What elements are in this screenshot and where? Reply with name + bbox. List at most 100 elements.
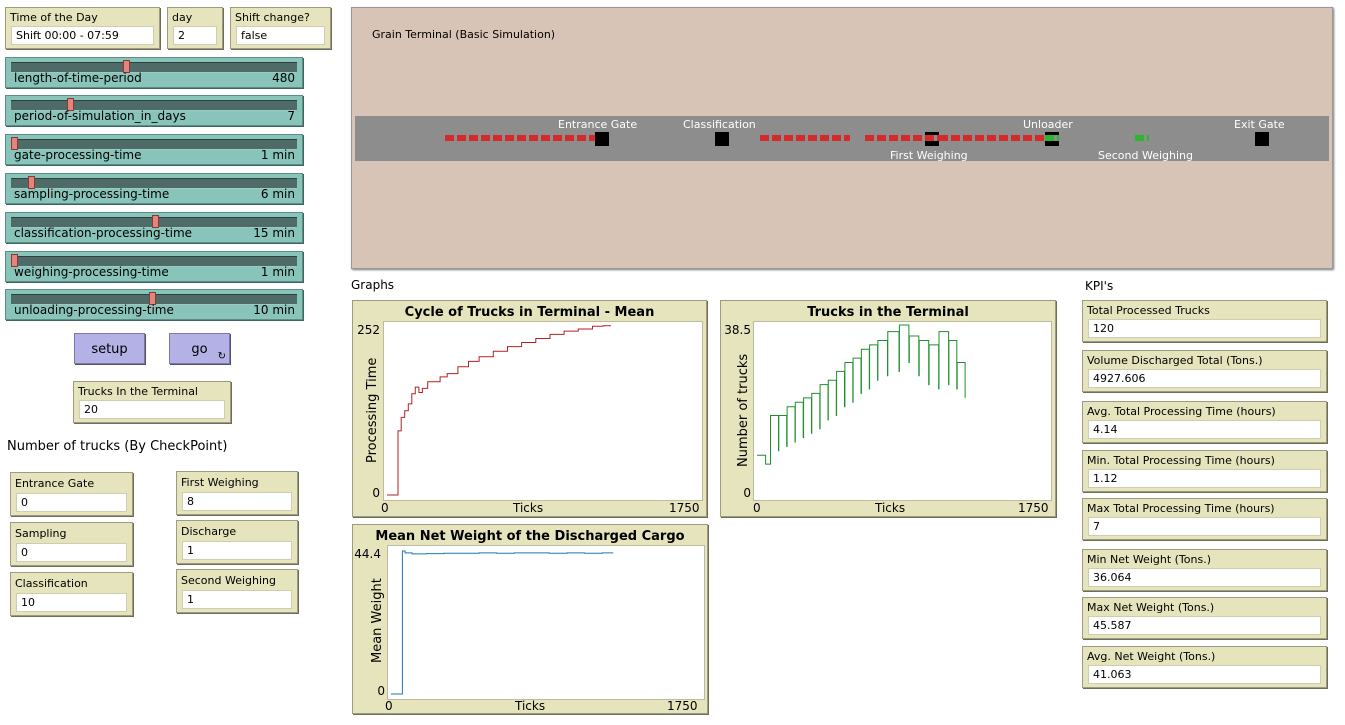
kpi-label: Max Net Weight (Tons.)	[1087, 601, 1215, 614]
kpi-value: 120	[1088, 319, 1321, 338]
y-tick-min: 0	[377, 684, 385, 698]
plot-trucks-in-terminal: Trucks in the Terminal 38.5 0 0 1750 Tic…	[720, 300, 1056, 517]
checkpoint-first-weighing: First Weighing 8	[176, 471, 298, 515]
checkpoint-value: 8	[182, 492, 292, 511]
day-label: day	[172, 11, 193, 24]
x-axis-label: Ticks	[513, 501, 544, 515]
x-axis-label: Ticks	[515, 699, 546, 713]
slider-value: 1 min	[260, 148, 295, 162]
go-button-label: go	[191, 342, 208, 357]
trucks-in-terminal-label: Trucks In the Terminal	[78, 385, 198, 398]
setup-button[interactable]: setup	[74, 333, 145, 364]
checkpoint-label: Sampling	[15, 527, 67, 540]
kpi-monitor: Avg. Total Processing Time (hours) 4.14	[1082, 401, 1327, 443]
plot-title: Cycle of Trucks in Terminal - Mean	[404, 305, 655, 320]
series-line	[757, 324, 966, 465]
kpi-monitor: Volume Discharged Total (Tons.) 4927.606	[1082, 350, 1327, 392]
entrance-gate-checkpoint	[595, 132, 609, 146]
slider-gate-processing-time[interactable]: gate-processing-time 1 min	[5, 134, 303, 165]
y-axis-label: Number of trucks	[736, 353, 751, 467]
truck-at-first-weighing	[925, 135, 939, 141]
truck-queue-entrance	[445, 135, 595, 141]
slider-unloading-processing-time[interactable]: unloading-processing-time 10 min	[5, 289, 303, 320]
time-of-day-label: Time of the Day	[10, 11, 98, 24]
slider-value: 10 min	[253, 303, 295, 317]
slider-period-of-simulation_in_days[interactable]: period-of-simulation_in_days 7	[5, 95, 303, 126]
shift-change-monitor: Shift change? false	[230, 7, 331, 49]
kpi-value: 36.064	[1088, 568, 1321, 587]
checkpoint-entrance-gate: Entrance Gate 0	[10, 472, 133, 516]
plot-mean-net-weight: Mean Net Weight of the Discharged Cargo …	[352, 524, 708, 714]
checkpoint-value: 1	[182, 590, 292, 609]
kpi-value: 7	[1088, 517, 1321, 536]
classification-checkpoint	[715, 132, 729, 146]
trucks-in-terminal-monitor: Trucks In the Terminal 20	[73, 381, 231, 423]
x-tick-min: 0	[385, 699, 393, 713]
y-tick-max: 252	[357, 323, 380, 337]
slider-name: sampling-processing-time	[14, 187, 170, 201]
entrance-gate-label: Entrance Gate	[558, 118, 638, 131]
kpi-monitor: Avg. Net Weight (Tons.) 41.063	[1082, 646, 1327, 688]
kpi-value: 1.12	[1088, 469, 1321, 488]
kpi-value: 45.587	[1088, 616, 1321, 635]
checkpoint-value: 10	[16, 593, 127, 612]
setup-button-label: setup	[91, 342, 128, 357]
kpi-monitor: Total Processed Trucks 120	[1082, 300, 1327, 342]
truck-at-second-weighing	[1135, 135, 1149, 141]
slider-sampling-processing-time[interactable]: sampling-processing-time 6 min	[5, 173, 303, 204]
y-tick-max: 38.5	[724, 323, 751, 337]
kpi-label: Total Processed Trucks	[1087, 304, 1210, 317]
classification-label: Classification	[683, 118, 756, 131]
time-of-day-value: Shift 00:00 - 07:59	[11, 26, 154, 45]
kpi-title: KPI's	[1085, 279, 1114, 293]
checkpoint-sampling: Sampling 0	[10, 522, 133, 566]
kpi-label: Min. Total Processing Time (hours)	[1087, 454, 1275, 467]
slider-weighing-processing-time[interactable]: weighing-processing-time 1 min	[5, 251, 303, 282]
x-tick-max: 1750	[1018, 501, 1049, 515]
x-tick-max: 1750	[669, 501, 700, 515]
truck-queue-first-weighing	[865, 135, 925, 141]
checkpoint-value: 0	[16, 493, 127, 512]
kpi-value: 4927.606	[1088, 369, 1321, 388]
forever-icon: ↻	[217, 351, 226, 362]
exit-gate-label: Exit Gate	[1234, 118, 1285, 131]
x-tick-min: 0	[753, 501, 761, 515]
time-of-day-monitor: Time of the Day Shift 00:00 - 07:59	[5, 7, 160, 49]
plot-title: Trucks in the Terminal	[807, 305, 969, 320]
series-line	[391, 550, 614, 695]
y-axis-label: Processing Time	[365, 357, 380, 463]
day-value: 2	[173, 26, 217, 45]
x-axis-label: Ticks	[875, 501, 906, 515]
truck-queue-classification	[760, 135, 850, 141]
kpi-monitor: Max Total Processing Time (hours) 7	[1082, 498, 1327, 540]
plot-area	[387, 545, 705, 700]
slider-length-of-time-period[interactable]: length-of-time-period 480	[5, 57, 303, 88]
slider-value: 6 min	[260, 187, 295, 201]
truck-at-unloader	[1045, 135, 1059, 141]
checkpoint-classification: Classification 10	[10, 572, 133, 616]
plot-area	[383, 321, 703, 501]
slider-name: length-of-time-period	[14, 71, 142, 85]
y-axis-label: Mean Weight	[370, 578, 385, 663]
slider-classification-processing-time[interactable]: classification-processing-time 15 min	[5, 212, 303, 243]
kpi-label: Avg. Net Weight (Tons.)	[1087, 650, 1216, 663]
shift-change-value: false	[236, 26, 325, 45]
slider-value: 1 min	[260, 265, 295, 279]
kpi-value: 41.063	[1088, 665, 1321, 684]
checkpoint-label: Second Weighing	[181, 574, 276, 587]
kpi-value: 4.14	[1088, 420, 1321, 439]
slider-value: 15 min	[253, 226, 295, 240]
checkpoint-second-weighing: Second Weighing 1	[176, 569, 298, 613]
simulation-world-view[interactable]: Grain Terminal (Basic Simulation) Entran…	[351, 7, 1333, 269]
plot-title: Mean Net Weight of the Discharged Cargo	[375, 529, 685, 544]
checkpoint-title: Number of trucks (By CheckPoint)	[7, 439, 228, 454]
trucks-in-terminal-value: 20	[79, 400, 225, 419]
slider-value: 480	[272, 71, 295, 85]
truck-queue-unloader	[939, 135, 1045, 141]
checkpoint-value: 1	[182, 541, 292, 560]
slider-name: weighing-processing-time	[14, 265, 169, 279]
go-button[interactable]: go ↻	[169, 333, 230, 364]
checkpoint-value: 0	[16, 543, 127, 562]
plot-cycle-of-trucks: Cycle of Trucks in Terminal - Mean 252 0…	[352, 300, 707, 517]
checkpoint-discharge: Discharge 1	[176, 520, 298, 564]
